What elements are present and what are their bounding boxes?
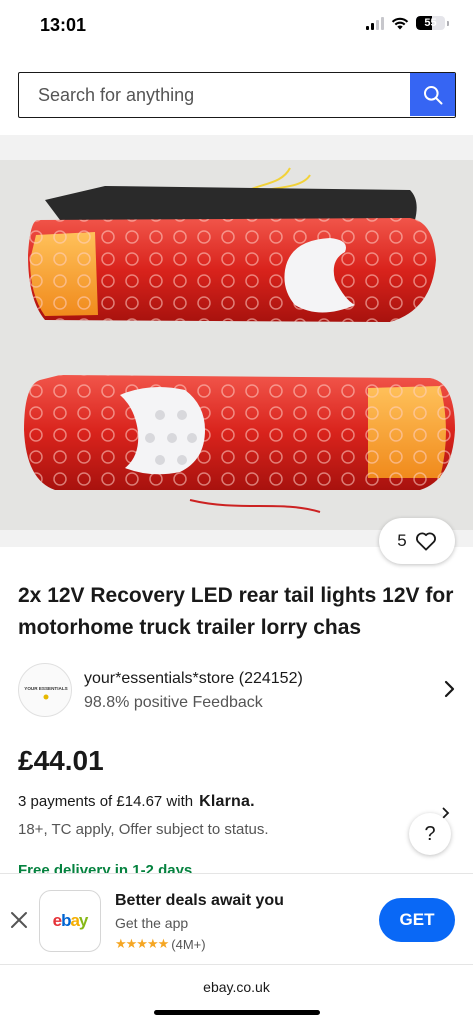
product-title: 2x 12V Recovery LED rear tail lights 12V… <box>18 584 454 639</box>
search-input[interactable] <box>19 73 410 117</box>
watch-count: 5 <box>397 531 407 550</box>
address-url: ebay.co.uk <box>203 979 270 995</box>
seller-avatar-text: YOUR ESSENTIALS <box>24 686 67 691</box>
seller-feedback: 98.8% positive Feedback <box>84 694 263 711</box>
close-icon[interactable] <box>8 909 30 931</box>
banner-title: Better deals await you <box>115 892 284 909</box>
app-install-banner: ebay Better deals await you Get the app … <box>0 873 473 965</box>
help-button[interactable]: ? <box>409 813 451 855</box>
wifi-icon <box>391 17 409 29</box>
get-app-button[interactable]: GET <box>379 898 455 942</box>
tail-lights-picture <box>0 160 473 530</box>
star-rating-icon: ★★★★★ <box>115 936 169 951</box>
rating-count: (4M+) <box>171 936 206 952</box>
signal-icon <box>366 16 384 30</box>
chevron-right-icon <box>444 680 455 698</box>
klarna-logo: Klarna. <box>199 793 255 810</box>
heart-icon <box>415 532 436 551</box>
product-image-section: 5 <box>0 135 473 564</box>
home-indicator <box>154 1010 320 1015</box>
status-bar: 13:01 55 <box>0 0 473 52</box>
status-time: 13:01 <box>40 15 87 35</box>
logo-letter-e: e <box>52 911 63 930</box>
logo-letter-a: a <box>70 911 80 930</box>
price: £44.01 <box>18 745 104 776</box>
status-icons: 55 <box>366 16 449 30</box>
battery-icon: 55 <box>416 16 445 30</box>
seller-name: your*essentials*store (224152) <box>84 670 303 687</box>
browser-address-bar[interactable]: ebay.co.uk <box>0 965 473 1024</box>
battery-level: 55 <box>424 17 437 29</box>
installments-text: 3 payments of £14.67 with <box>18 793 194 810</box>
search-button[interactable] <box>410 73 455 116</box>
watch-button[interactable]: 5 <box>379 518 455 564</box>
seller-row[interactable]: YOUR ESSENTIALS your*essentials*store (2… <box>18 660 458 720</box>
ebay-app-logo: ebay <box>39 890 101 952</box>
banner-rating: ★★★★★ (4M+) <box>115 936 206 952</box>
klarna-installments: 3 payments of £14.67 with Klarna. <box>18 793 255 811</box>
seller-avatar: YOUR ESSENTIALS <box>18 663 72 717</box>
product-image[interactable] <box>0 160 473 530</box>
banner-subtitle: Get the app <box>115 915 189 931</box>
logo-letter-y: y <box>78 911 89 930</box>
klarna-terms: 18+, TC apply, Offer subject to status. <box>18 821 269 838</box>
search-icon <box>423 85 442 104</box>
search-bar <box>18 72 456 118</box>
